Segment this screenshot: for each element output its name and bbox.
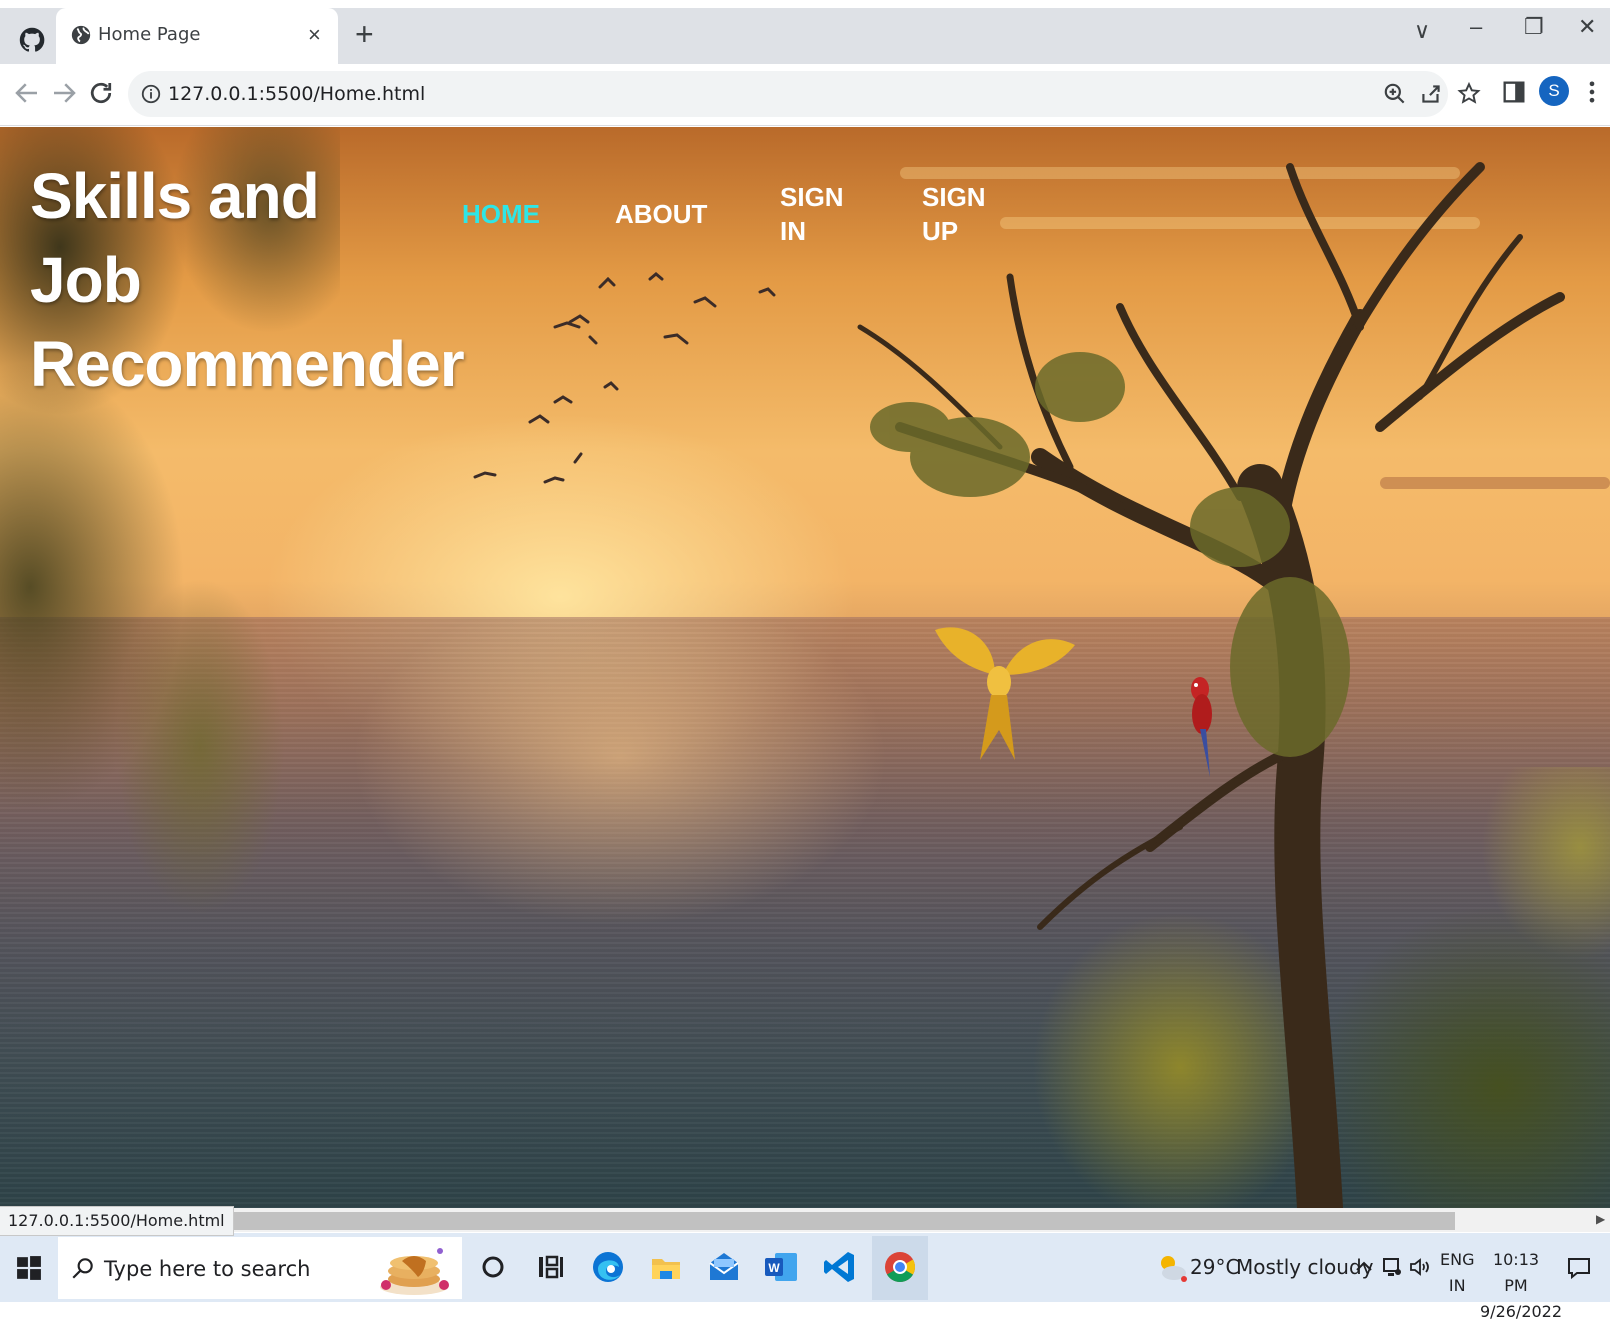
tab-close-icon[interactable]: × [308,22,321,48]
horizontal-scrollbar[interactable]: ▶ [0,1208,1610,1232]
clock-date: 9/26/2022 [1480,1302,1563,1321]
nav-about-link[interactable]: ABOUT [615,197,707,231]
bookmark-star-icon[interactable] [1456,81,1482,107]
flying-birds [473,272,776,484]
weather-cloudy-icon [1161,1256,1187,1282]
zoom-icon[interactable] [1382,81,1408,107]
network-icon[interactable] [1380,1255,1404,1279]
nav-label-line: SIGN [780,182,844,212]
tab-search-chevron-icon[interactable]: ∨ [1414,18,1430,44]
edge-icon[interactable] [588,1247,628,1287]
new-tab-button[interactable]: + [355,16,374,53]
globe-icon [71,25,91,45]
close-window-button[interactable]: ✕ [1578,14,1596,40]
window-top-edge [0,0,1610,8]
site-title-line: Skills and Job [30,160,320,316]
language-region: IN [1448,1276,1466,1295]
minimize-button[interactable]: – [1470,14,1482,40]
back-arrow-icon[interactable] [12,78,42,108]
link-status-bubble: 127.0.0.1:5500/Home.html [0,1206,234,1236]
pancake-doodle-icon[interactable] [374,1241,456,1297]
file-explorer-icon[interactable] [646,1247,686,1287]
nav-label-line: UP [922,216,959,246]
input-language-indicator[interactable]: ENG IN [1440,1247,1474,1299]
tab-title: Home Page [98,24,201,45]
reload-icon[interactable] [86,78,116,108]
url-text[interactable]: 127.0.0.1:5500/Home.html [168,83,425,105]
language-code: ENG [1440,1250,1475,1269]
info-icon[interactable] [140,83,162,105]
clock-time: 10:13 PM [1492,1250,1540,1295]
page-viewport: Skills and Job Recommender HOME ABOUT SI… [0,127,1610,1208]
windows-taskbar: Type here to search W 29°C Mostly cloudy… [0,1233,1610,1321]
word-icon[interactable]: W [761,1247,801,1287]
github-icon[interactable] [18,26,46,54]
notifications-icon[interactable] [1566,1255,1592,1281]
vscode-icon[interactable] [820,1247,860,1287]
tab-strip: Home Page × + ∨ – ❐ ✕ [0,8,1610,64]
tab-home-page[interactable]: Home Page × [56,8,338,64]
forward-arrow-icon[interactable] [49,78,79,108]
side-panel-icon[interactable] [1500,78,1528,106]
nav-home-link[interactable]: HOME [462,197,540,231]
nav-label-line: SIGN [922,182,986,212]
windows-start-icon[interactable] [16,1255,42,1281]
cortana-icon[interactable] [473,1247,513,1287]
address-bar[interactable]: 127.0.0.1:5500/Home.html [128,71,1481,117]
search-icon [72,1258,93,1279]
task-view-icon[interactable] [530,1247,570,1287]
nav-label-line: IN [780,216,806,246]
show-hidden-icons-chevron-icon[interactable] [1352,1255,1376,1279]
browser-toolbar: 127.0.0.1:5500/Home.html S [0,64,1610,126]
restore-button[interactable]: ❐ [1524,14,1544,40]
nav-sign-in-link[interactable]: SIGN IN [780,180,850,248]
site-title: Skills and Job Recommender [30,154,465,406]
yellow-parrot [935,627,1075,760]
share-icon[interactable] [1418,81,1444,107]
red-parrot [1191,677,1212,777]
profile-avatar[interactable]: S [1539,76,1569,106]
svg-text:W: W [768,1261,780,1275]
taskbar-search-box[interactable]: Type here to search [58,1237,462,1299]
scroll-right-arrow-icon[interactable]: ▶ [1596,1212,1605,1226]
search-placeholder: Type here to search [104,1257,311,1281]
chrome-icon[interactable] [880,1247,920,1287]
mail-icon[interactable] [704,1247,744,1287]
more-menu-icon[interactable] [1578,78,1606,106]
weather-temperature[interactable]: 29°C [1190,1255,1239,1279]
site-title-line: Recommender [30,328,465,400]
nav-sign-up-link[interactable]: SIGN UP [922,180,992,248]
volume-icon[interactable] [1408,1255,1432,1279]
system-clock[interactable]: 10:13 PM 9/26/2022 [1480,1247,1563,1325]
